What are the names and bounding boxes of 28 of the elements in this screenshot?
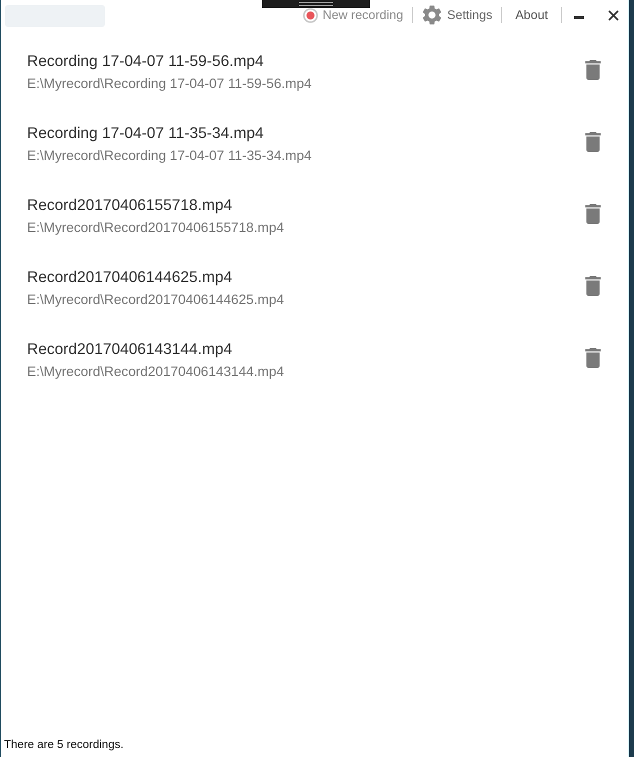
trash-icon [585,60,601,80]
settings-icon [422,5,442,25]
recording-path: E:\Myrecord\Record20170406155718.mp4 [27,219,284,237]
delete-button[interactable] [585,276,601,296]
recording-path: E:\Myrecord\Record20170406143144.mp4 [27,363,284,381]
trash-icon [585,132,601,152]
recording-title[interactable]: Record20170406144625.mp4 [27,268,232,288]
close-icon [608,10,619,20]
status-text: There are 5 recordings. [4,739,124,751]
recording-path: E:\Myrecord\Record20170406144625.mp4 [27,291,284,309]
recording-title[interactable]: Recording 17-04-07 11-59-56.mp4 [27,52,264,72]
trash-icon [585,348,601,368]
recording-path: E:\Myrecord\Recording 17-04-07 11-35-34.mp4 [27,147,312,165]
minimize-icon [574,16,584,18]
delete-button[interactable] [585,132,601,152]
delete-button[interactable] [585,348,601,368]
about-button[interactable]: About [511,7,552,23]
trash-icon [585,204,601,224]
recording-title[interactable]: Recording 17-04-07 11-35-34.mp4 [27,124,264,144]
recording-path: E:\Myrecord\Recording 17-04-07 11-59-56.mp4 [27,75,312,93]
delete-button[interactable] [585,204,601,224]
delete-button[interactable] [585,60,601,80]
recording-title[interactable]: Record20170406155718.mp4 [27,196,232,216]
record-icon [302,8,318,22]
recording-title[interactable]: Record20170406143144.mp4 [27,340,232,360]
trash-icon [585,276,601,296]
handle-bar[interactable] [262,0,370,8]
settings-button[interactable]: Settings [422,5,492,25]
